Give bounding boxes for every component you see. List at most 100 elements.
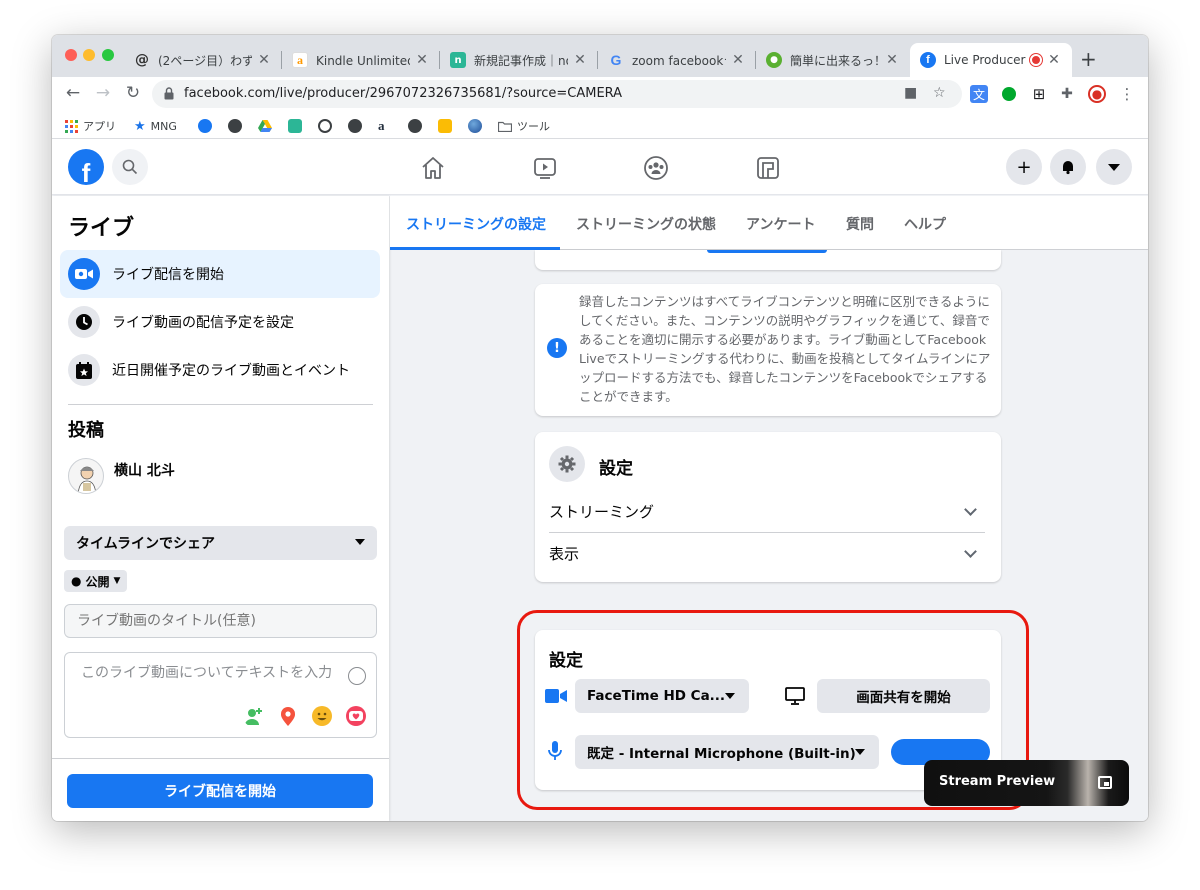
back-arrow-icon[interactable]: ← [61,83,85,103]
browser-tab-active[interactable]: f Live Producer ✕ [910,43,1072,77]
camera-in-use-icon[interactable]: ■ [904,85,917,101]
bookmark-label: MNG [150,119,177,133]
browser-tab[interactable]: n 新規記事作成｜note ✕ [440,43,598,77]
bookmark-note[interactable] [288,117,307,135]
watch-video-icon[interactable] [532,155,558,181]
facebook-logo-icon[interactable]: f [68,149,104,185]
menu-item-schedule[interactable]: ライブ動画の配信予定を設定 [60,298,380,346]
notice-text: 録音したコンテンツはすべてライブコンテンツと明確に区別できるようにしてください。… [579,294,991,404]
browser-tab[interactable]: a Kindle Unlimitedへ ✕ [282,43,440,77]
tab-stream-health[interactable]: ストリーミングの状態 [576,214,716,234]
tab-stream-setup[interactable]: ストリーミングの設定 [406,214,546,234]
close-tab-icon[interactable]: ✕ [256,52,272,68]
sheets-icon [438,119,452,133]
amazon-icon: a [378,118,385,133]
bookmarks-bar: アプリ ★ MNG a ツール [52,113,1148,139]
close-window-button[interactable] [65,49,77,61]
previous-card-bottom [535,250,1001,270]
tab-help[interactable]: ヘルプ [904,214,946,234]
minimize-window-button[interactable] [83,49,95,61]
close-tab-icon[interactable]: ✕ [1046,52,1062,68]
bookmark-globe[interactable] [228,117,247,135]
facebook-header: f + [52,139,1148,195]
bookmark-mng[interactable]: ★ MNG [134,117,177,135]
bookmark-star-icon[interactable]: ☆ [933,85,946,101]
google-drive-icon [258,120,272,132]
forward-arrow-icon[interactable]: → [91,83,115,103]
settings-card: 設定 ストリーミング 表示 [535,432,1001,582]
privacy-selector[interactable]: ● 公開 ▼ [64,570,128,592]
support-heart-icon[interactable] [345,705,367,727]
account-menu-button[interactable] [1096,149,1132,185]
bookmark-globe-2[interactable] [348,117,367,135]
close-tab-icon[interactable]: ✕ [572,52,588,68]
tag-people-icon[interactable] [243,705,265,727]
bookmark-globe-3[interactable] [408,117,427,135]
browser-tab[interactable]: @ (2ページ目）わずか ✕ [124,43,282,77]
facebook-live-producer: f + ライブ ライブ配信を開始 ライブ動画の配信予定を設定 近日開催予定のライ… [52,139,1148,821]
zoom-window-button[interactable] [102,49,114,61]
gaming-icon[interactable] [755,155,781,181]
bookmark-info[interactable] [318,117,337,135]
recording-indicator-icon [1030,54,1042,66]
evernote-extension-icon[interactable] [1000,85,1018,103]
video-camera-icon [68,258,100,290]
go-live-button[interactable]: ライブ配信を開始 [67,774,373,808]
picture-in-picture-icon[interactable] [1098,776,1112,789]
accordion-streaming[interactable]: ストリーミング [549,490,985,532]
emoji-icon[interactable] [348,667,366,685]
card-heading: 設定 [599,459,633,479]
bookmark-sheets[interactable] [438,117,457,135]
new-tab-button[interactable]: + [1080,47,1097,71]
location-pin-icon[interactable] [277,705,299,727]
bookmark-apps[interactable]: アプリ [65,117,116,135]
description-textarea[interactable]: このライブ動画についてテキストを入力 [64,652,377,738]
globe-icon [228,119,242,133]
reload-icon[interactable]: ↻ [121,83,145,103]
stream-preview[interactable]: Stream Preview [924,760,1129,806]
bookmark-drive[interactable] [258,117,272,135]
share-target-select[interactable]: タイムラインでシェア [64,526,377,560]
producer-tabs: ストリーミングの設定 ストリーミングの状態 アンケート 質問 ヘルプ [390,196,1148,250]
privacy-label: 公開 [85,574,110,589]
tab-questions[interactable]: 質問 [846,214,874,234]
bookmark-folder-tools[interactable]: ツール [498,117,550,135]
stream-preview-label: Stream Preview [939,774,1056,789]
caret-down-icon [355,539,365,545]
address-bar[interactable]: facebook.com/live/producer/2967072326735… [152,80,962,108]
translate-extension-icon[interactable]: 文 [970,85,988,103]
groups-icon[interactable] [643,155,669,181]
close-tab-icon[interactable]: ✕ [414,52,430,68]
avatar[interactable] [68,458,104,494]
search-button[interactable] [112,149,148,185]
clock-icon [68,306,100,338]
notifications-button[interactable] [1050,149,1086,185]
live-title-input[interactable] [64,604,377,638]
browser-tab[interactable]: G zoom facebookラ ✕ [598,43,756,77]
menu-item-upcoming[interactable]: 近日開催予定のライブ動画とイベント [60,346,380,394]
tab-title: Live Producer [944,53,1026,67]
bookmark-amazon[interactable]: a [378,117,385,135]
create-button[interactable]: + [1006,149,1042,185]
feeling-icon[interactable] [311,705,333,727]
caret-down-icon: ▼ [113,576,121,586]
home-icon[interactable] [420,155,446,181]
profile-avatar-icon[interactable]: ● [1088,85,1106,103]
close-tab-icon[interactable]: ✕ [730,52,746,68]
puzzle-extensions-icon[interactable]: ✚ [1058,85,1076,103]
bookmark-facebook[interactable] [198,117,217,135]
close-tab-icon[interactable]: ✕ [884,52,900,68]
note-icon: n [450,52,466,68]
bookmark-earth[interactable] [468,117,487,135]
grid-extension-icon[interactable]: ⊞ [1030,85,1048,103]
tab-polls[interactable]: アンケート [746,214,815,234]
menu-item-label: ライブ動画の配信予定を設定 [112,315,294,331]
accordion-display[interactable]: 表示 [549,532,985,574]
menu-item-go-live[interactable]: ライブ配信を開始 [60,250,380,298]
accordion-label: ストリーミング [549,502,655,521]
facebook-icon: f [920,52,936,68]
more-menu-icon[interactable]: ⋮ [1118,85,1136,103]
user-name[interactable]: 横山 北斗 [114,460,175,480]
browser-tab[interactable]: ● 簡単に出来るっ！zo ✕ [756,43,910,77]
info-icon [318,119,332,133]
